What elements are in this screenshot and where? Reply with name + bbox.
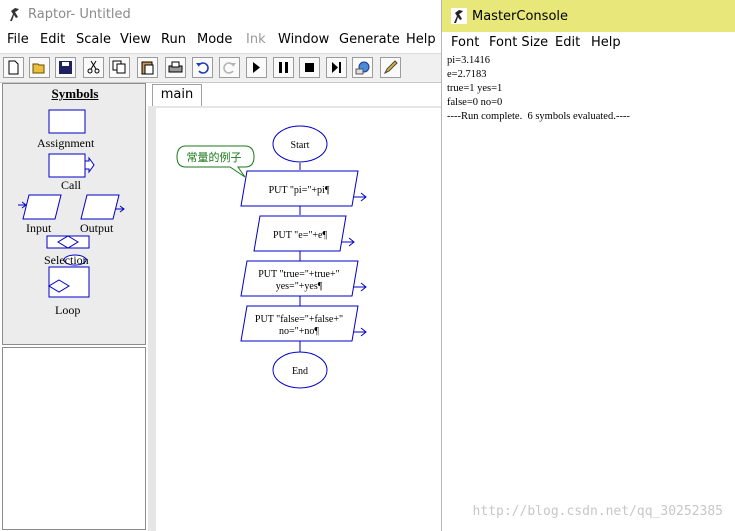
save-button[interactable] (55, 57, 76, 78)
copy-button[interactable] (109, 57, 130, 78)
new-button[interactable] (3, 57, 24, 78)
menu-edit[interactable]: Edit (40, 32, 65, 47)
console-menu-font-size[interactable]: Font Size (489, 35, 548, 50)
copy-icon (112, 60, 126, 74)
step-button[interactable] (326, 57, 347, 78)
stop-button[interactable] (299, 57, 320, 78)
console-menu-bar: Font Font Size Edit Help (442, 32, 735, 52)
menu-file[interactable]: File (7, 32, 29, 47)
scissors-icon (87, 60, 100, 74)
menu-run[interactable]: Run (161, 32, 186, 47)
console-title: MasterConsole (472, 9, 569, 24)
step-icon (332, 62, 341, 73)
console-title-bar: MasterConsole (442, 0, 735, 32)
output-e-text: PUT "e="+e¶ (273, 230, 328, 241)
variables-panel (2, 347, 146, 530)
menu-mode[interactable]: Mode (197, 32, 232, 47)
end-label: End (292, 366, 308, 377)
console-menu-help[interactable]: Help (591, 35, 621, 50)
output-true-text-line2: yes="+yes¶ (276, 281, 323, 292)
tab-main[interactable]: main (152, 84, 202, 106)
printer-icon (168, 61, 183, 73)
raptor-title-bar: Raptor- Untitled (0, 0, 440, 28)
open-button[interactable] (29, 57, 50, 78)
output-label: Output (80, 221, 114, 235)
raptor-window-title: Raptor- Untitled (28, 7, 131, 22)
start-label: Start (291, 140, 310, 151)
output-false-text-line1: PUT "false="+false+" (255, 314, 343, 325)
play-icon (253, 62, 260, 73)
cut-button[interactable] (83, 57, 104, 78)
flowchart: Start 常量的例子 PUT "pi="+pi¶ PUT "e="+e¶ PU… (176, 125, 367, 389)
undo-icon (196, 62, 209, 74)
symbols-panel: Symbols Assignment Call Input Output Sel… (2, 83, 146, 345)
selection-label: Selection (44, 253, 89, 267)
new-file-icon (8, 60, 19, 75)
ink-pen-button[interactable] (380, 57, 401, 78)
input-symbol[interactable] (22, 194, 62, 220)
menu-generate[interactable]: Generate (339, 32, 400, 47)
raptor-logo-icon (451, 8, 467, 24)
master-console-window: MasterConsole Font Font Size Edit Help p… (441, 0, 735, 531)
assignment-symbol[interactable] (48, 109, 86, 134)
console-menu-edit[interactable]: Edit (555, 35, 580, 50)
menu-help[interactable]: Help (406, 32, 436, 47)
pause-button[interactable] (273, 57, 294, 78)
watermark: http://blog.csdn.net/qq_30252385 (472, 504, 723, 519)
globe-computer-icon (355, 61, 370, 75)
folder-icon (32, 63, 45, 74)
assignment-label: Assignment (37, 136, 95, 150)
call-label: Call (61, 178, 81, 192)
menu-ink[interactable]: Ink (246, 32, 266, 47)
redo-button[interactable] (219, 57, 240, 78)
output-symbol[interactable] (80, 194, 120, 220)
console-output[interactable]: pi=3.1416 e=2.7183 true=1 yes=1 false=0 … (447, 54, 732, 124)
flowchart-canvas[interactable]: Start 常量的例子 PUT "pi="+pi¶ PUT "e="+e¶ PU… (156, 108, 444, 531)
pause-icon (279, 62, 288, 73)
output-true-text-line1: PUT "true="+true+" (258, 269, 339, 280)
comment-text: 常量的例子 (187, 150, 242, 164)
output-pi-text: PUT "pi="+pi¶ (269, 185, 330, 196)
stop-icon (305, 63, 314, 72)
floppy-icon (59, 61, 72, 74)
output-false-text-line2: no="+no¶ (279, 326, 319, 337)
call-symbol[interactable] (48, 153, 86, 178)
clipboard-icon (141, 61, 154, 75)
console-menu-font[interactable]: Font (451, 35, 479, 50)
loop-label: Loop (55, 303, 81, 317)
print-button[interactable] (165, 57, 186, 78)
raptor-logo-icon (10, 8, 19, 21)
menu-view[interactable]: View (120, 32, 151, 47)
test-server-button[interactable] (352, 57, 373, 78)
menu-scale[interactable]: Scale (76, 32, 111, 47)
raptor-menu-bar: File Edit Scale View Run Mode Ink Window… (0, 29, 440, 49)
menu-window[interactable]: Window (278, 32, 329, 47)
pen-icon (383, 60, 398, 75)
redo-icon (223, 62, 236, 74)
paste-button[interactable] (137, 57, 158, 78)
execute-button[interactable] (246, 57, 267, 78)
toolbar (0, 53, 442, 83)
undo-button[interactable] (192, 57, 213, 78)
input-label: Input (26, 221, 52, 235)
